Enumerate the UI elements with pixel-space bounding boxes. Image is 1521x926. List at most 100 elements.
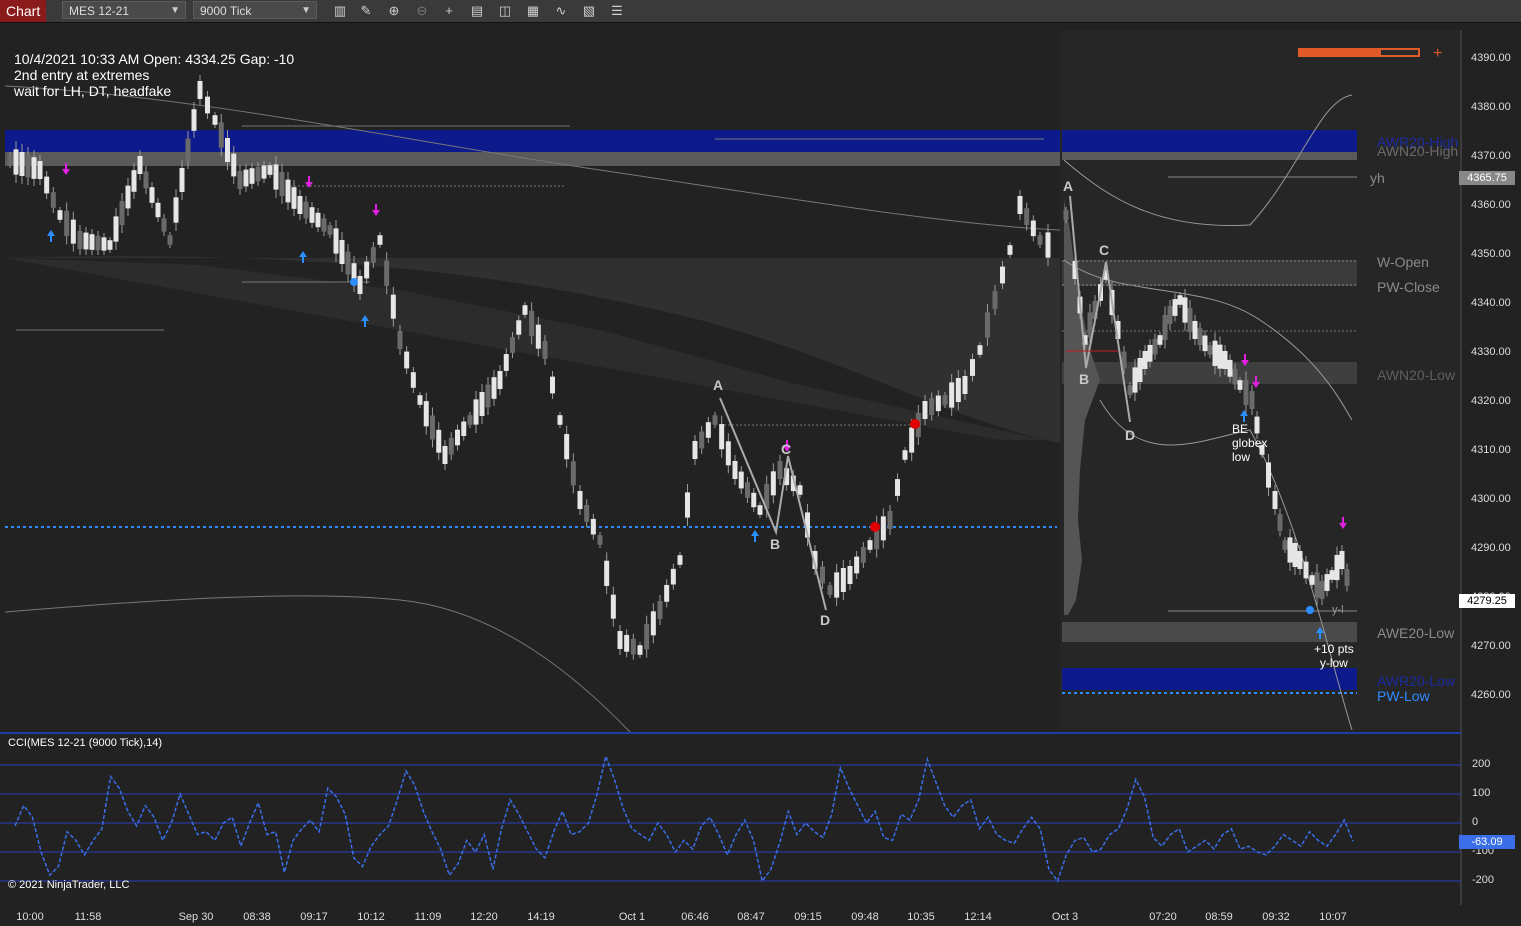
candle-body: [630, 638, 636, 655]
candle-body: [473, 399, 479, 425]
candle-body: [1127, 385, 1133, 395]
candle-body: [1157, 335, 1163, 345]
awr20-low-zone: [1062, 668, 1357, 690]
info-line-3: wait for LH, DT, headfake: [14, 83, 172, 99]
candle-body: [909, 427, 915, 453]
zoom-in-icon[interactable]: ⊕: [385, 2, 403, 20]
candle-body: [497, 371, 503, 389]
candle-body: [1167, 306, 1173, 324]
candle-body: [1147, 344, 1153, 362]
time-axis-label: 11:58: [74, 911, 102, 923]
plus-icon[interactable]: +: [1433, 45, 1442, 62]
properties-icon[interactable]: ▤: [468, 2, 486, 20]
awn20-high-zone-right: [1062, 152, 1357, 160]
list-icon[interactable]: ☰: [608, 2, 626, 20]
candle-body: [231, 153, 237, 177]
zoom-out-icon[interactable]: ⊖: [413, 2, 431, 20]
candle-body: [949, 382, 955, 408]
candle-body: [677, 555, 683, 565]
candle-body: [7, 155, 13, 165]
candle-body: [1212, 340, 1218, 366]
period-selector[interactable]: 9000 Tick ▼: [193, 1, 317, 19]
note-be-line: BE: [1232, 422, 1249, 436]
candle-body: [542, 341, 548, 359]
time-axis-label: 06:46: [681, 911, 709, 923]
note-ylow-small: y-l: [1332, 604, 1344, 616]
chart-tab[interactable]: Chart: [0, 0, 47, 22]
pattern-label-b: B: [1079, 371, 1090, 387]
candle-body: [644, 624, 650, 650]
awe20-low-zone: [1062, 622, 1357, 642]
data-box-icon[interactable]: ▧: [580, 2, 598, 20]
candle-body: [624, 634, 630, 652]
candle-body: [397, 331, 403, 349]
candle-body: [131, 170, 137, 192]
time-axis-label: 08:59: [1205, 911, 1233, 923]
candle-body: [430, 415, 435, 440]
candle-body: [89, 234, 95, 250]
candle-body: [70, 219, 76, 244]
buy-arrow-icon: [47, 230, 55, 242]
candle-body: [942, 395, 948, 405]
info-line-2: 2nd entry at extremes: [14, 67, 150, 83]
time-axis-label: 10:00: [16, 911, 44, 923]
strategies-icon[interactable]: ▦: [524, 2, 542, 20]
candle-body: [455, 429, 460, 446]
candle-body: [31, 157, 37, 179]
chevron-down-icon: ▼: [170, 5, 180, 16]
candle-body: [261, 165, 267, 179]
candle-body: [970, 359, 975, 376]
candle-body: [992, 291, 998, 309]
candle-body: [887, 511, 893, 529]
candle-body: [732, 461, 738, 479]
bars-icon[interactable]: ▥: [331, 2, 349, 20]
candle-body: [1192, 321, 1198, 339]
time-axis-label: 09:17: [300, 911, 328, 923]
candle-body: [797, 485, 803, 495]
candle-body: [827, 585, 833, 595]
candle-body: [1277, 514, 1283, 531]
pencil-icon[interactable]: ✎: [357, 2, 375, 20]
time-axis-label: 09:48: [851, 911, 879, 923]
candle-body: [404, 351, 410, 369]
candle-body: [485, 384, 491, 408]
indicators-icon[interactable]: ◫: [496, 2, 514, 20]
price-chart[interactable]: +: [0, 23, 1521, 926]
candle-body: [584, 504, 590, 522]
candle-body: [1017, 196, 1023, 214]
candle-body: [249, 168, 255, 184]
candle-body: [895, 479, 900, 496]
candle-body: [285, 179, 291, 203]
candle-body: [1222, 351, 1228, 369]
candle-body: [410, 372, 416, 388]
candle-body: [173, 197, 179, 223]
candle-body: [510, 337, 515, 353]
time-axis-label: 10:07: [1319, 911, 1347, 923]
candle-body: [1132, 367, 1138, 393]
candle-body: [390, 294, 396, 319]
level-pw-low: PW-Low: [1377, 688, 1430, 704]
instrument-selector[interactable]: MES 12-21 ▼: [62, 1, 186, 19]
crosshair-icon[interactable]: +: [440, 2, 458, 20]
time-axis-label: Oct 1: [618, 911, 646, 923]
candle-body: [610, 594, 616, 619]
cci-panel: [0, 753, 1461, 883]
level-awn20-low: AWN20-Low: [1377, 367, 1456, 383]
candle-body: [50, 192, 56, 208]
time-axis-label: Sep 30: [178, 911, 214, 923]
candle-body: [577, 491, 583, 509]
candle-body: [840, 568, 846, 592]
candle-body: [719, 424, 725, 450]
pattern-label-b: B: [770, 536, 781, 552]
yh-price-tag: 4365.75: [1459, 171, 1515, 185]
candle-body: [197, 81, 203, 99]
level-awr20-low: AWR20-Low: [1377, 673, 1456, 689]
candle-body: [529, 310, 535, 336]
level-awe20-low: AWE20-Low: [1377, 625, 1455, 641]
candle-body: [1243, 379, 1249, 406]
drawing-tools-icon[interactable]: ∿: [552, 2, 570, 20]
candle-body: [1266, 462, 1271, 488]
candle-body: [364, 261, 370, 279]
candle-body: [212, 115, 218, 125]
candle-body: [377, 235, 383, 245]
